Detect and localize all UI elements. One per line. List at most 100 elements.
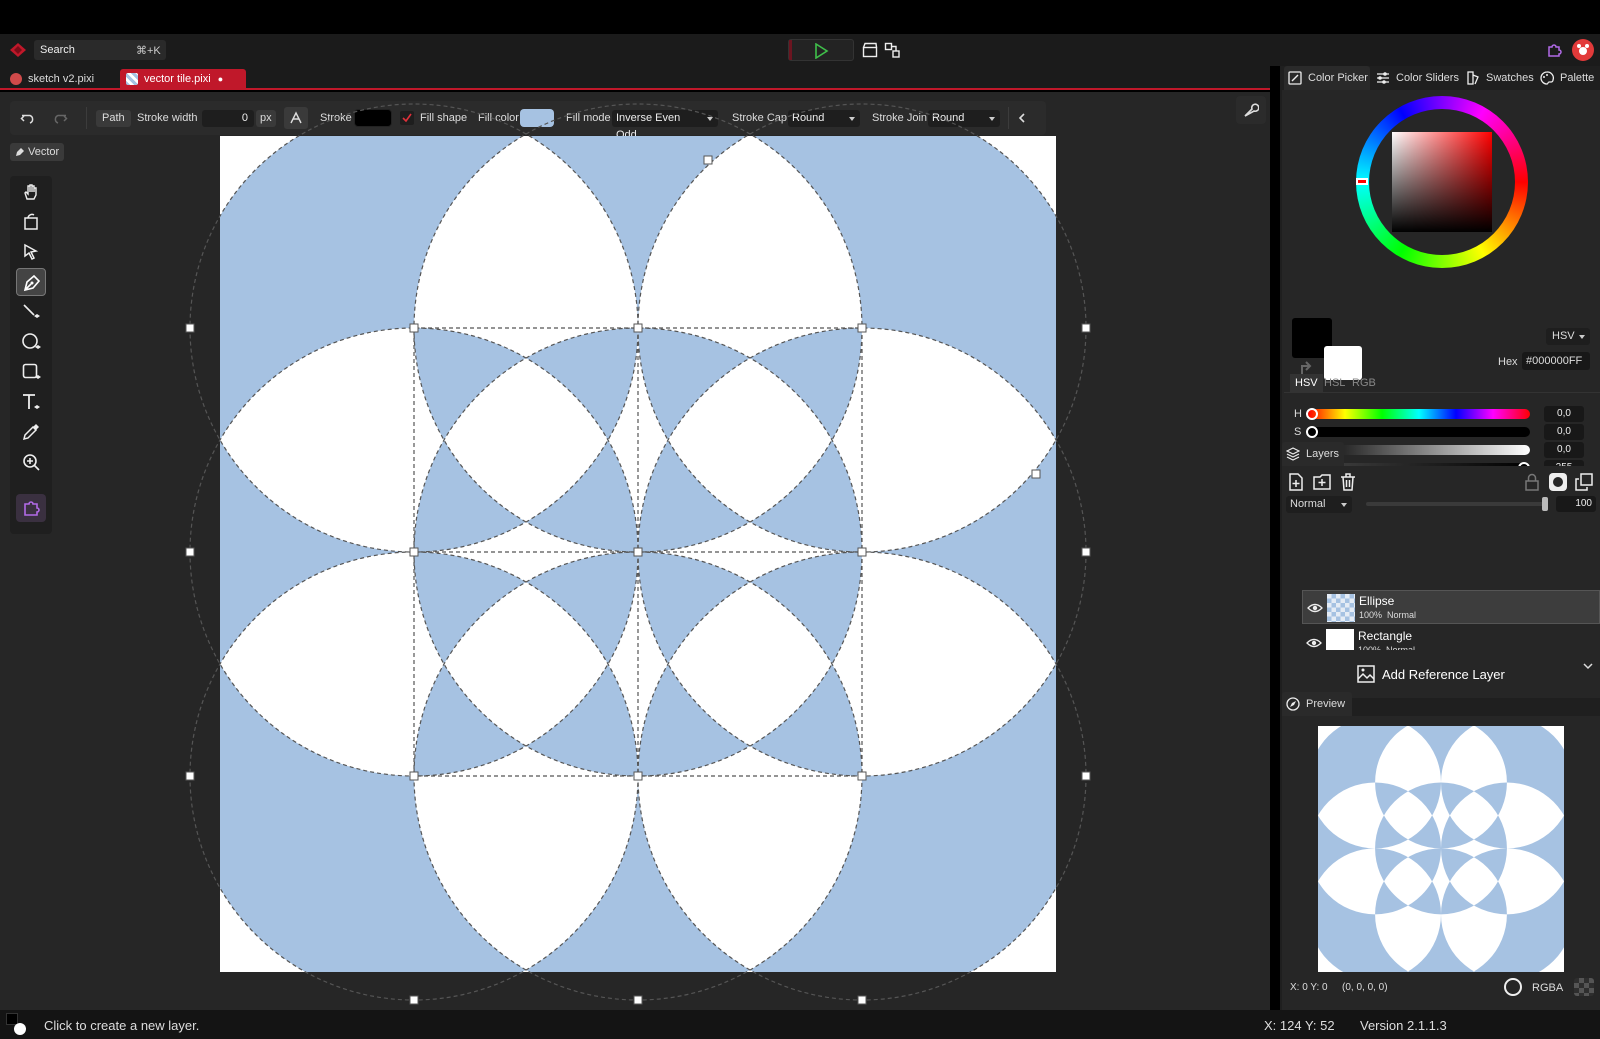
saturation-value-square[interactable]	[1392, 132, 1492, 232]
preview-thumbnail[interactable]	[1318, 726, 1564, 972]
hue-handle[interactable]	[1356, 178, 1368, 185]
transform-handle[interactable]	[1081, 771, 1091, 781]
model-tab-rgb[interactable]: RGB	[1352, 374, 1376, 392]
model-tab-hsl[interactable]: HSL	[1324, 374, 1345, 392]
transform-handle[interactable]	[1081, 323, 1091, 333]
visibility-eye-icon[interactable]	[1306, 635, 1322, 651]
image-add-icon	[1357, 665, 1375, 683]
tab-preview[interactable]: Preview	[1282, 692, 1352, 716]
transform-handle[interactable]	[857, 323, 867, 333]
add-reference-label: Add Reference Layer	[1382, 667, 1505, 682]
model-tab-hsv[interactable]: HSV	[1290, 374, 1323, 392]
tab-color-sliders[interactable]: Color Sliders	[1372, 66, 1459, 90]
value-value[interactable]: 0,0	[1544, 442, 1584, 458]
layers-title: Layers	[1306, 448, 1340, 460]
play-icon[interactable]	[813, 43, 829, 59]
add-reference-layer-button[interactable]: Add Reference Layer	[1282, 650, 1600, 698]
tab-label: Color Sliders	[1396, 72, 1459, 84]
transform-handle[interactable]	[1031, 469, 1041, 479]
unsaved-dot: ●	[217, 74, 224, 84]
hue-slider[interactable]	[1306, 408, 1530, 420]
status-bar: Click to create a new layer. X: 124 Y: 5…	[0, 1010, 1600, 1039]
clone-layer-icon[interactable]	[1574, 472, 1594, 492]
right-dock: Color Picker Color Sliders Swatches Pale…	[1280, 66, 1600, 1010]
tab-color-picker[interactable]: Color Picker	[1284, 66, 1370, 90]
saturation-value[interactable]: 0,0	[1544, 424, 1584, 440]
color-picker-body: HSV Hex #000000FF HSV HSL RGB	[1282, 90, 1600, 430]
channel-mode[interactable]: RGBA	[1532, 982, 1563, 994]
layer-ellipse[interactable]: Ellipse 100% Normal	[1302, 590, 1600, 624]
tab-layers[interactable]: Layers	[1282, 442, 1344, 466]
transparency-toggle[interactable]	[1574, 978, 1594, 996]
color-indicator	[6, 1013, 26, 1035]
tab-sketch-v2[interactable]: sketch v2.pixi	[4, 69, 102, 89]
transform-handle[interactable]	[185, 771, 195, 781]
document-tabs: sketch v2.pixi vector tile.pixi ●	[0, 66, 1270, 90]
transform-handle[interactable]	[185, 323, 195, 333]
channel-circle-icon[interactable]	[1504, 978, 1522, 996]
title-bar: Search ⌘+K	[0, 34, 1600, 66]
preview-pixel-value: (0, 0, 0, 0)	[1342, 982, 1388, 993]
tab-label: vector tile.pixi	[144, 73, 211, 85]
slider-label-h: H	[1294, 408, 1302, 420]
layer-opacity-value[interactable]: 100	[1556, 496, 1596, 512]
hex-input[interactable]: #000000FF	[1522, 352, 1590, 370]
transform-handle[interactable]	[857, 995, 867, 1005]
transform-handle[interactable]	[185, 547, 195, 557]
tab-label: sketch v2.pixi	[28, 73, 95, 85]
tab-vector-tile[interactable]: vector tile.pixi ●	[120, 69, 246, 89]
mask-icon[interactable]	[1548, 472, 1568, 492]
tab-swatches[interactable]: Swatches	[1462, 66, 1534, 90]
avatar-icon[interactable]	[1572, 39, 1594, 61]
color-mode-dropdown[interactable]: HSV	[1546, 328, 1590, 345]
app-logo-icon[interactable]	[8, 41, 28, 59]
blend-mode-dropdown[interactable]: Normal	[1286, 496, 1352, 513]
transform-handle[interactable]	[409, 547, 419, 557]
status-hint: Click to create a new layer.	[44, 1018, 200, 1033]
navigator-icon	[1286, 697, 1300, 711]
new-layer-icon[interactable]	[1286, 472, 1306, 492]
new-folder-icon[interactable]	[1312, 472, 1332, 492]
search-box[interactable]: Search ⌘+K	[34, 40, 166, 60]
transform-handle[interactable]	[633, 547, 643, 557]
clapperboard-icon[interactable]	[862, 42, 878, 58]
tab-palette[interactable]: Palette	[1536, 66, 1594, 90]
puzzle-icon[interactable]	[1546, 42, 1562, 58]
slider-label-s: S	[1294, 426, 1302, 438]
transform-handle[interactable]	[409, 771, 419, 781]
visibility-eye-icon[interactable]	[1307, 600, 1323, 616]
transform-handle[interactable]	[633, 323, 643, 333]
tab-label: Color Picker	[1308, 72, 1368, 84]
swatches-icon	[1467, 71, 1479, 85]
transform-handle[interactable]	[409, 323, 419, 333]
chevron-down-icon[interactable]	[1582, 660, 1594, 672]
nodes-icon[interactable]	[884, 42, 900, 58]
sliders-icon	[1377, 72, 1389, 84]
canvas[interactable]	[0, 92, 1270, 1010]
pattern-file-icon	[126, 73, 138, 85]
layers-icon	[1286, 447, 1300, 461]
transform-handle[interactable]	[1081, 547, 1091, 557]
palette-icon	[1540, 71, 1554, 85]
layer-info: 100% Normal	[1359, 610, 1417, 620]
transform-handle[interactable]	[857, 771, 867, 781]
transform-handle[interactable]	[633, 771, 643, 781]
preview-body: X: 0 Y: 0 (0, 0, 0, 0) RGBA	[1282, 716, 1600, 1010]
search-placeholder: Search	[40, 44, 75, 56]
delete-layer-icon[interactable]	[1338, 472, 1358, 492]
lock-icon[interactable]	[1522, 472, 1542, 492]
cursor-position: X: 124 Y: 52	[1264, 1018, 1335, 1033]
layer-thumbnail	[1327, 594, 1355, 622]
layer-opacity-slider[interactable]	[1366, 497, 1548, 511]
color-panel-tabs: Color Picker Color Sliders Swatches Pale…	[1280, 66, 1600, 90]
hue-value[interactable]: 0,0	[1544, 406, 1584, 422]
saturation-slider[interactable]	[1306, 426, 1530, 438]
pixieditor-window: Search ⌘+K sketch v2.pixi vector tile.pi…	[0, 0, 1600, 1039]
color-picker-icon	[1288, 71, 1302, 85]
transform-handle[interactable]	[633, 995, 643, 1005]
transform-handle[interactable]	[703, 155, 713, 165]
transform-handle[interactable]	[409, 995, 419, 1005]
hue-wheel[interactable]	[1356, 96, 1528, 268]
layer-name: Ellipse	[1359, 594, 1395, 608]
transform-handle[interactable]	[857, 547, 867, 557]
